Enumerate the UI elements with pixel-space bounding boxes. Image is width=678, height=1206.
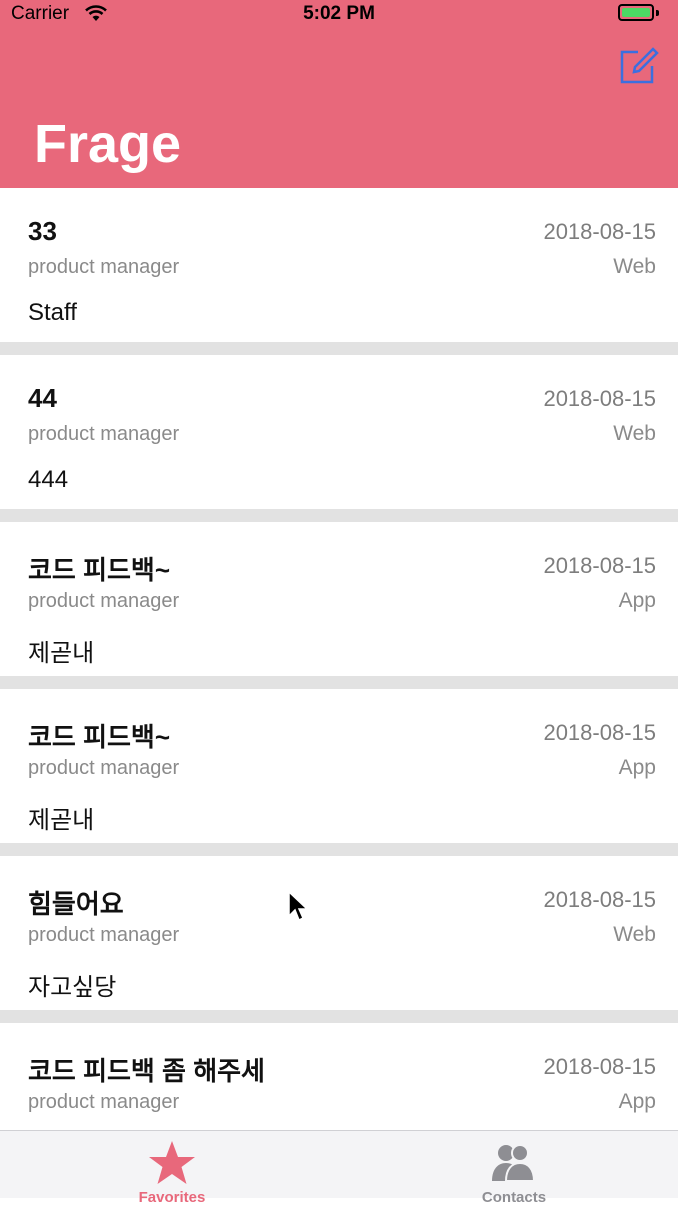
post-body: 444 (28, 466, 69, 493)
post-body: 제곧내 (28, 640, 95, 667)
battery-nub (656, 10, 659, 16)
post-platform: Web (613, 422, 656, 445)
post-role: product manager (28, 757, 180, 779)
compose-icon[interactable] (618, 44, 660, 86)
post-platform: App (618, 1090, 656, 1113)
status-time: 5:02 PM (303, 3, 375, 24)
post-date: 2018-08-15 (543, 219, 656, 244)
tab-bar: Favorites Contacts (0, 1130, 678, 1206)
post-card[interactable]: 코드 피드백~ 2018-08-15 product manager App 제… (0, 689, 678, 843)
post-role: product manager (28, 590, 180, 612)
post-body: 제곧내 (28, 807, 95, 834)
post-list[interactable]: 33 2018-08-15 product manager Web Staff … (0, 188, 678, 1130)
post-title: 44 (28, 383, 57, 413)
page-title: Frage (34, 114, 182, 174)
status-bar: Carrier 5:02 PM (0, 0, 678, 30)
post-card[interactable]: 힘들어요 2018-08-15 product manager Web 자고싶당 (0, 856, 678, 1010)
post-date: 2018-08-15 (543, 720, 656, 745)
post-date: 2018-08-15 (543, 1054, 656, 1079)
post-body: 자고싶당 (28, 974, 117, 1001)
tab-favorites[interactable]: Favorites (72, 1131, 272, 1206)
mouse-cursor-icon (288, 890, 309, 922)
post-body: Staff (28, 299, 77, 326)
post-platform: Web (613, 255, 656, 278)
post-title: 33 (28, 216, 57, 246)
post-card[interactable]: 코드 피드백 좀 해주세 2018-08-15 product manager … (0, 1023, 678, 1130)
post-role: product manager (28, 256, 180, 278)
contacts-icon (492, 1144, 536, 1182)
post-role: product manager (28, 1091, 180, 1113)
post-role: product manager (28, 924, 180, 946)
star-icon (149, 1141, 195, 1184)
post-platform: Web (613, 923, 656, 946)
post-date: 2018-08-15 (543, 553, 656, 578)
post-date: 2018-08-15 (543, 887, 656, 912)
post-platform: App (618, 589, 656, 612)
post-title: 코드 피드백~ (28, 555, 171, 585)
post-card[interactable]: 33 2018-08-15 product manager Web Staff (0, 188, 678, 342)
post-platform: App (618, 756, 656, 779)
tab-contacts[interactable]: Contacts (414, 1131, 614, 1206)
post-title: 코드 피드백 좀 해주세 (28, 1056, 265, 1086)
post-card[interactable]: 44 2018-08-15 product manager Web 444 (0, 355, 678, 509)
post-role: product manager (28, 423, 180, 445)
post-title: 힘들어요 (28, 889, 124, 919)
battery-icon (618, 4, 654, 21)
post-title: 코드 피드백~ (28, 722, 171, 752)
post-date: 2018-08-15 (543, 386, 656, 411)
post-card[interactable]: 코드 피드백~ 2018-08-15 product manager App 제… (0, 522, 678, 676)
navigation-header: Carrier 5:02 PM Frage (0, 0, 678, 188)
